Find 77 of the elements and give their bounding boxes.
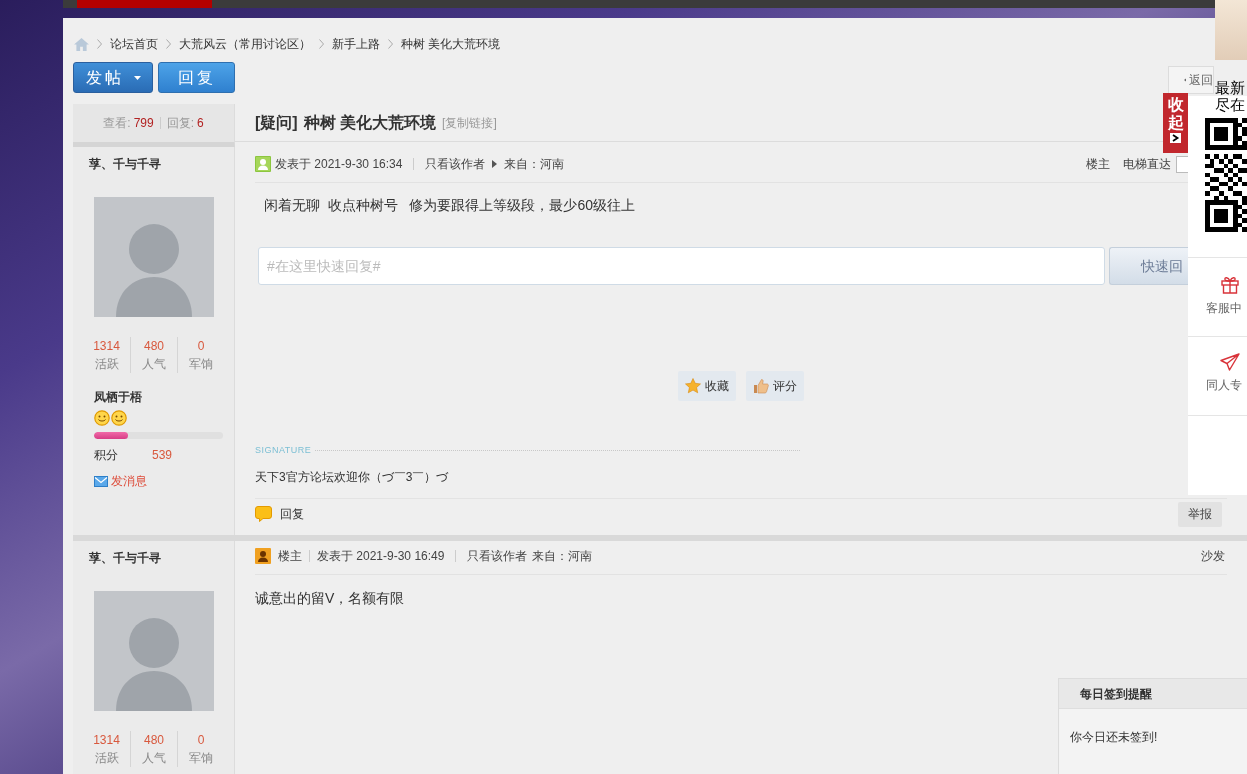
post-time: 发表于 2021-9-30 16:34 [275,156,403,172]
username[interactable]: 莩、千与千寻 [89,156,161,172]
stat-value: 480 [144,338,164,355]
side-panel-link[interactable]: 客服中 [1188,257,1247,336]
gift-icon [1220,274,1240,294]
reply-link[interactable]: 回复 [255,506,304,522]
author-role-label: 楼主 [278,548,302,564]
home-icon[interactable] [74,37,89,51]
thread-type-tag[interactable]: [疑问] [255,110,298,135]
points-value: 539 [152,447,173,463]
chevron-icon [97,39,102,49]
jump-label: 电梯直达 [1123,156,1171,172]
caret-icon [133,75,141,80]
qr-caption: 最新 [1215,79,1245,96]
smiley-icon [94,410,110,426]
post-location: 来自：河南 [532,548,593,564]
breadcrumb-link[interactable]: 论坛首页 [110,36,158,52]
star-icon [685,378,701,394]
views-count: 799 [133,115,154,131]
speech-bubble-icon [255,506,272,522]
stat-label: 军饷 [189,356,213,373]
send-message-link[interactable]: 发消息 [94,473,147,489]
breadcrumb-link[interactable]: 大荒风云（常用讨论区） [179,36,311,52]
points-label: 积分 [94,447,118,463]
chevron-icon [319,39,324,49]
username[interactable]: 莩、千与千寻 [89,550,161,566]
replies-label: 回复: [166,115,194,131]
author-only-link[interactable]: 只看该作者 [467,548,528,564]
floor-link[interactable]: 沙发 [1201,548,1225,564]
stat-value: 480 [144,732,164,749]
thumbs-up-icon [753,378,769,394]
stat-label: 军饷 [189,750,213,767]
signature-label: SIGNATURE [255,445,312,455]
back-link[interactable]: 返回 [1168,66,1214,94]
chevron-icon [166,39,171,49]
smiley-icon [111,410,127,426]
mail-icon [94,475,108,487]
artwork-placeholder [1215,0,1247,60]
stat-value: 1314 [93,338,120,355]
post-time: 发表于 2021-9-30 16:49 [317,548,445,564]
qr-caption: 尽在 [1215,96,1245,113]
views-label: 查看: [103,115,131,131]
floor-link[interactable]: 楼主 [1086,156,1110,172]
favorite-button[interactable]: 收藏 [678,371,736,401]
post-content: 诚意出的留V，名额有限 [255,590,405,606]
post-content: 闲着无聊 收点种树号 修为要跟得上等级段，最少60级往上 [264,197,636,213]
floor-input[interactable] [1176,155,1188,173]
user-group: 凤栖于梧 [94,389,142,405]
rate-button[interactable]: 评分 [746,371,804,401]
stat-value: 0 [197,732,205,749]
breadcrumb-link[interactable]: 种树 美化大荒环境 [401,36,501,52]
stat-value: 0 [197,338,205,355]
stat-label: 活跃 [94,750,119,767]
side-panel-link[interactable]: 同人专 [1188,336,1247,415]
checkin-message: 你今日还未签到! [1070,730,1158,744]
quick-reply-field[interactable]: #在这里快速回复# [258,247,1105,285]
stat-label: 人气 [142,356,166,373]
author-only-link[interactable]: 只看该作者 [425,156,486,172]
send-icon [1220,353,1240,371]
triangle-icon [492,160,498,168]
user-icon [255,156,271,172]
checkin-title: 每日签到提醒 [1080,685,1152,702]
stat-label: 人气 [142,750,166,767]
chevron-icon [1170,133,1181,144]
post-location: 来自：河南 [504,156,565,172]
new-post-button[interactable]: 发帖 [73,62,153,93]
signature-text: 天下3官方论坛欢迎你（づ￣3￣）づ [255,470,449,484]
quick-reply-button[interactable]: 快速回 [1109,247,1188,285]
stat-label: 活跃 [94,356,119,373]
collapse-tab[interactable]: 收起 [1163,93,1188,153]
report-button[interactable]: 举报 [1178,501,1222,527]
chevron-icon [388,39,393,49]
replies-count: 6 [197,115,204,131]
user-icon [255,548,271,564]
breadcrumb-link[interactable]: 新手上路 [332,36,380,52]
stat-value: 1314 [93,732,120,749]
thread-title: 种树 美化大荒环境 [303,112,437,133]
